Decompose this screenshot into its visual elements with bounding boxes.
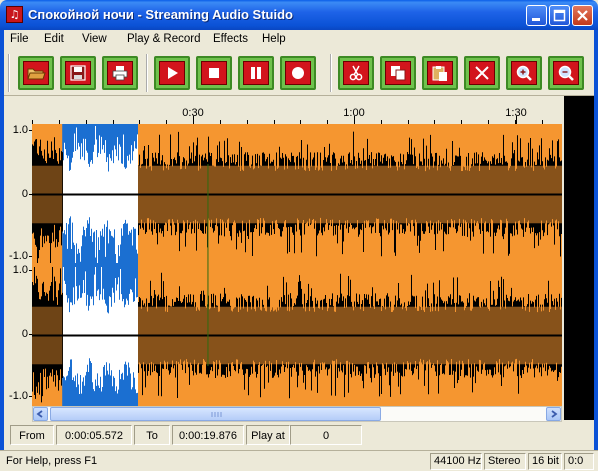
to-label: To: [134, 425, 170, 445]
horizontal-scrollbar[interactable]: [32, 406, 562, 422]
play-icon: [168, 67, 178, 79]
major-tick: [516, 116, 517, 124]
cut-button[interactable]: [338, 56, 374, 90]
maximize-button[interactable]: [549, 5, 570, 26]
stop-button[interactable]: [196, 56, 232, 90]
close-button[interactable]: [572, 5, 593, 26]
delete-icon: [475, 66, 489, 80]
from-label: From: [10, 425, 54, 445]
cut-icon: [349, 65, 363, 81]
record-button[interactable]: [280, 56, 316, 90]
stop-icon: [209, 68, 219, 78]
close-icon: [577, 10, 588, 21]
title-bar: ♫ Спокойной ночи - Streaming Audio Stuid…: [0, 0, 598, 30]
menu-file[interactable]: File: [10, 33, 29, 45]
toolbar: [0, 50, 598, 96]
menu-edit[interactable]: Edit: [44, 33, 64, 45]
chevron-right-icon: [551, 410, 558, 418]
zoom-in-icon: [516, 65, 532, 81]
ch2-y-min: -1.0: [9, 390, 28, 402]
minimize-icon: [532, 18, 540, 21]
app-icon[interactable]: ♫: [6, 6, 23, 23]
sample-rate: 44100 Hz: [430, 453, 482, 470]
status-bar: For Help, press F1 44100 Hz Stereo 16 bi…: [0, 450, 598, 471]
ch2-y-zero: 0: [21, 328, 28, 340]
time-ruler[interactable]: 0:30 1:00 1:30: [32, 96, 562, 124]
ch1-y-min: -1.0: [9, 250, 28, 262]
extra-status: 0:0: [564, 453, 594, 470]
delete-button[interactable]: [464, 56, 500, 90]
amplitude-axis: 1.0 0 -1.0 1.0 0 -1.0: [4, 124, 32, 406]
menu-bar: File Edit View Play & Record Effects Hel…: [0, 30, 598, 50]
bit-depth: 16 bit: [528, 453, 562, 470]
zoom-out-icon: [558, 65, 574, 81]
paste-icon: [432, 66, 447, 81]
open-button[interactable]: [18, 56, 54, 90]
chevron-left-icon: [36, 410, 43, 418]
selection-position-bar: From 0:00:05.572 To 0:00:19.876 Play at …: [4, 422, 594, 448]
save-button[interactable]: [60, 56, 96, 90]
menu-view[interactable]: View: [82, 33, 107, 45]
play-button[interactable]: [154, 56, 190, 90]
menu-play-record[interactable]: Play & Record: [127, 33, 201, 45]
channel-mode: Stereo: [484, 453, 526, 470]
copy-icon: [391, 66, 406, 81]
ch2-y-max: 1.0: [12, 264, 28, 276]
copy-button[interactable]: [380, 56, 416, 90]
pause-icon: [251, 67, 261, 79]
pause-button[interactable]: [238, 56, 274, 90]
menu-effects[interactable]: Effects: [213, 33, 248, 45]
window-title: Спокойной ночи - Streaming Audio Stuido: [28, 7, 293, 22]
waveform-graph: [32, 124, 562, 406]
ch1-y-max: 1.0: [12, 124, 28, 136]
play-at-value[interactable]: 0: [290, 425, 362, 445]
play-at-label: Play at: [246, 425, 290, 445]
record-icon: [292, 67, 304, 79]
print-icon: [112, 66, 128, 81]
help-hint: For Help, press F1: [6, 455, 98, 467]
paste-button[interactable]: [422, 56, 458, 90]
save-icon: [70, 65, 86, 81]
file-toolbar-group: [8, 54, 142, 92]
zoom-out-button[interactable]: [548, 56, 584, 90]
edit-toolbar-group: [330, 54, 592, 92]
to-value[interactable]: 0:00:19.876: [172, 425, 244, 445]
waveform-display[interactable]: [32, 124, 562, 406]
scroll-thumb[interactable]: [50, 407, 381, 421]
menu-help[interactable]: Help: [262, 33, 286, 45]
window-border-right: [594, 50, 598, 450]
transport-toolbar-group: [146, 54, 326, 92]
waveform-editor: 0:30 1:00 1:30 1.0 0 -1.0 1.0 0 -1.0: [4, 96, 594, 422]
maximize-icon: [553, 9, 566, 22]
level-meter-panel: [564, 96, 594, 420]
print-button[interactable]: [102, 56, 138, 90]
from-value[interactable]: 0:00:05.572: [56, 425, 132, 445]
grip-icon: [211, 412, 222, 417]
minimize-button[interactable]: [526, 5, 547, 26]
scroll-left-button[interactable]: [33, 407, 48, 421]
scroll-right-button[interactable]: [546, 407, 561, 421]
zoom-in-button[interactable]: [506, 56, 542, 90]
ch1-y-zero: 0: [21, 188, 28, 200]
open-folder-icon: [27, 68, 46, 80]
